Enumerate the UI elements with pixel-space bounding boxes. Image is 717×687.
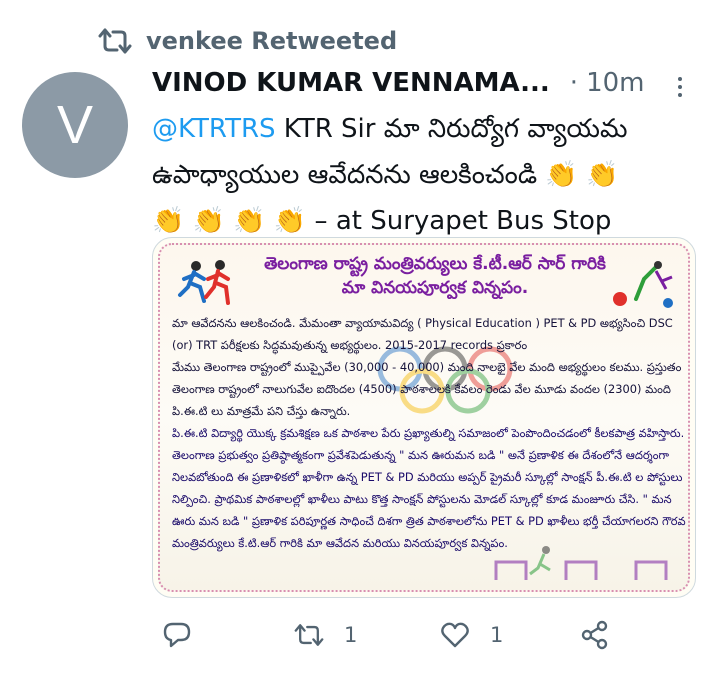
retweet-icon	[294, 624, 324, 646]
poster: తెలంగాణ రాష్ట్ర మంత్రివర్యులు కే.టీ.ఆర్ …	[158, 243, 690, 592]
poster-paragraph-3: పి.ఈ.టి విద్యార్థి యొక్క క్రమశిక్షణ ఒక ప…	[172, 426, 686, 550]
action-bar: 1 1	[152, 620, 632, 656]
retweet-count: 1	[344, 623, 358, 647]
share-button[interactable]	[580, 620, 610, 650]
poster-title-line-1: తెలంగాణ రాష్ట్ర మంత్రివర్యులు కే.టీ.ఆర్ …	[264, 254, 606, 274]
tweet-text-line-2: ఉపాధ్యాయుల ఆవేదనను ఆలకించండి 👏 👏	[152, 152, 697, 198]
tweet-header: VINOD KUMAR VENNAMA... · 10m	[152, 68, 692, 98]
poster-title-line-2: మా వినయపూర్వక విన్నపం.	[341, 278, 529, 298]
avatar[interactable]: V	[22, 72, 128, 178]
tweet-text-line-1: @KTRTRS KTR Sir మా నిరుద్యోగ వ్యాయమ	[152, 106, 697, 152]
runners-illustration	[178, 260, 230, 305]
reply-button[interactable]	[162, 620, 192, 650]
share-icon	[581, 620, 608, 650]
reply-icon	[163, 622, 191, 648]
retweet-icon	[98, 28, 132, 54]
clapping-hands-icon: 👏 👏	[545, 160, 619, 190]
poster-paragraph-1: మా ఆవేదనను ఆలకించండి. మేమంతా వ్యాయామవిద్…	[172, 316, 673, 352]
like-count: 1	[490, 623, 504, 647]
tweet-text-part-2: ఉపాధ్యాయుల ఆవేదనను ఆలకించండి	[152, 160, 546, 190]
retweet-context-label[interactable]: venkee Retweeted	[146, 27, 397, 55]
hurdles-illustration	[494, 546, 668, 580]
retweet-button[interactable]: 1	[294, 620, 357, 650]
tweet-text-part-1: KTR Sir మా నిరుద్యోగ వ్యాయమ	[275, 114, 628, 144]
clapping-hands-icon: 👏 👏 👏 👏	[152, 206, 307, 236]
tweet-text: @KTRTRS KTR Sir మా నిరుద్యోగ వ్యాయమ ఉపాధ…	[152, 106, 697, 244]
location-text[interactable]: – at Suryapet Bus Stop	[306, 206, 612, 236]
tweet[interactable]: venkee Retweeted V VINOD KUMAR VENNAMA..…	[0, 0, 717, 687]
author-name[interactable]: VINOD KUMAR VENNAMA...	[152, 68, 550, 98]
avatar-letter: V	[56, 95, 94, 155]
more-options-icon[interactable]	[668, 72, 692, 102]
poster-title: తెలంగాణ రాష్ట్ర మంత్రివర్యులు కే.టీ.ఆర్ …	[240, 252, 630, 300]
mention-link[interactable]: @KTRTRS	[152, 114, 276, 144]
heart-icon	[441, 622, 469, 648]
poster-paragraph-2: మేము తెలంగాణ రాష్ట్రంలో ముప్పైవేల (30,00…	[172, 360, 682, 418]
tweet-image[interactable]: తెలంగాణ రాష్ట్ర మంత్రివర్యులు కే.టీ.ఆర్ …	[152, 237, 696, 598]
timestamp[interactable]: 10m	[586, 68, 644, 98]
separator-dot: ·	[569, 68, 579, 98]
like-button[interactable]: 1	[440, 620, 503, 650]
retweet-context: venkee Retweeted	[98, 26, 397, 56]
sports-illustration	[613, 261, 673, 308]
